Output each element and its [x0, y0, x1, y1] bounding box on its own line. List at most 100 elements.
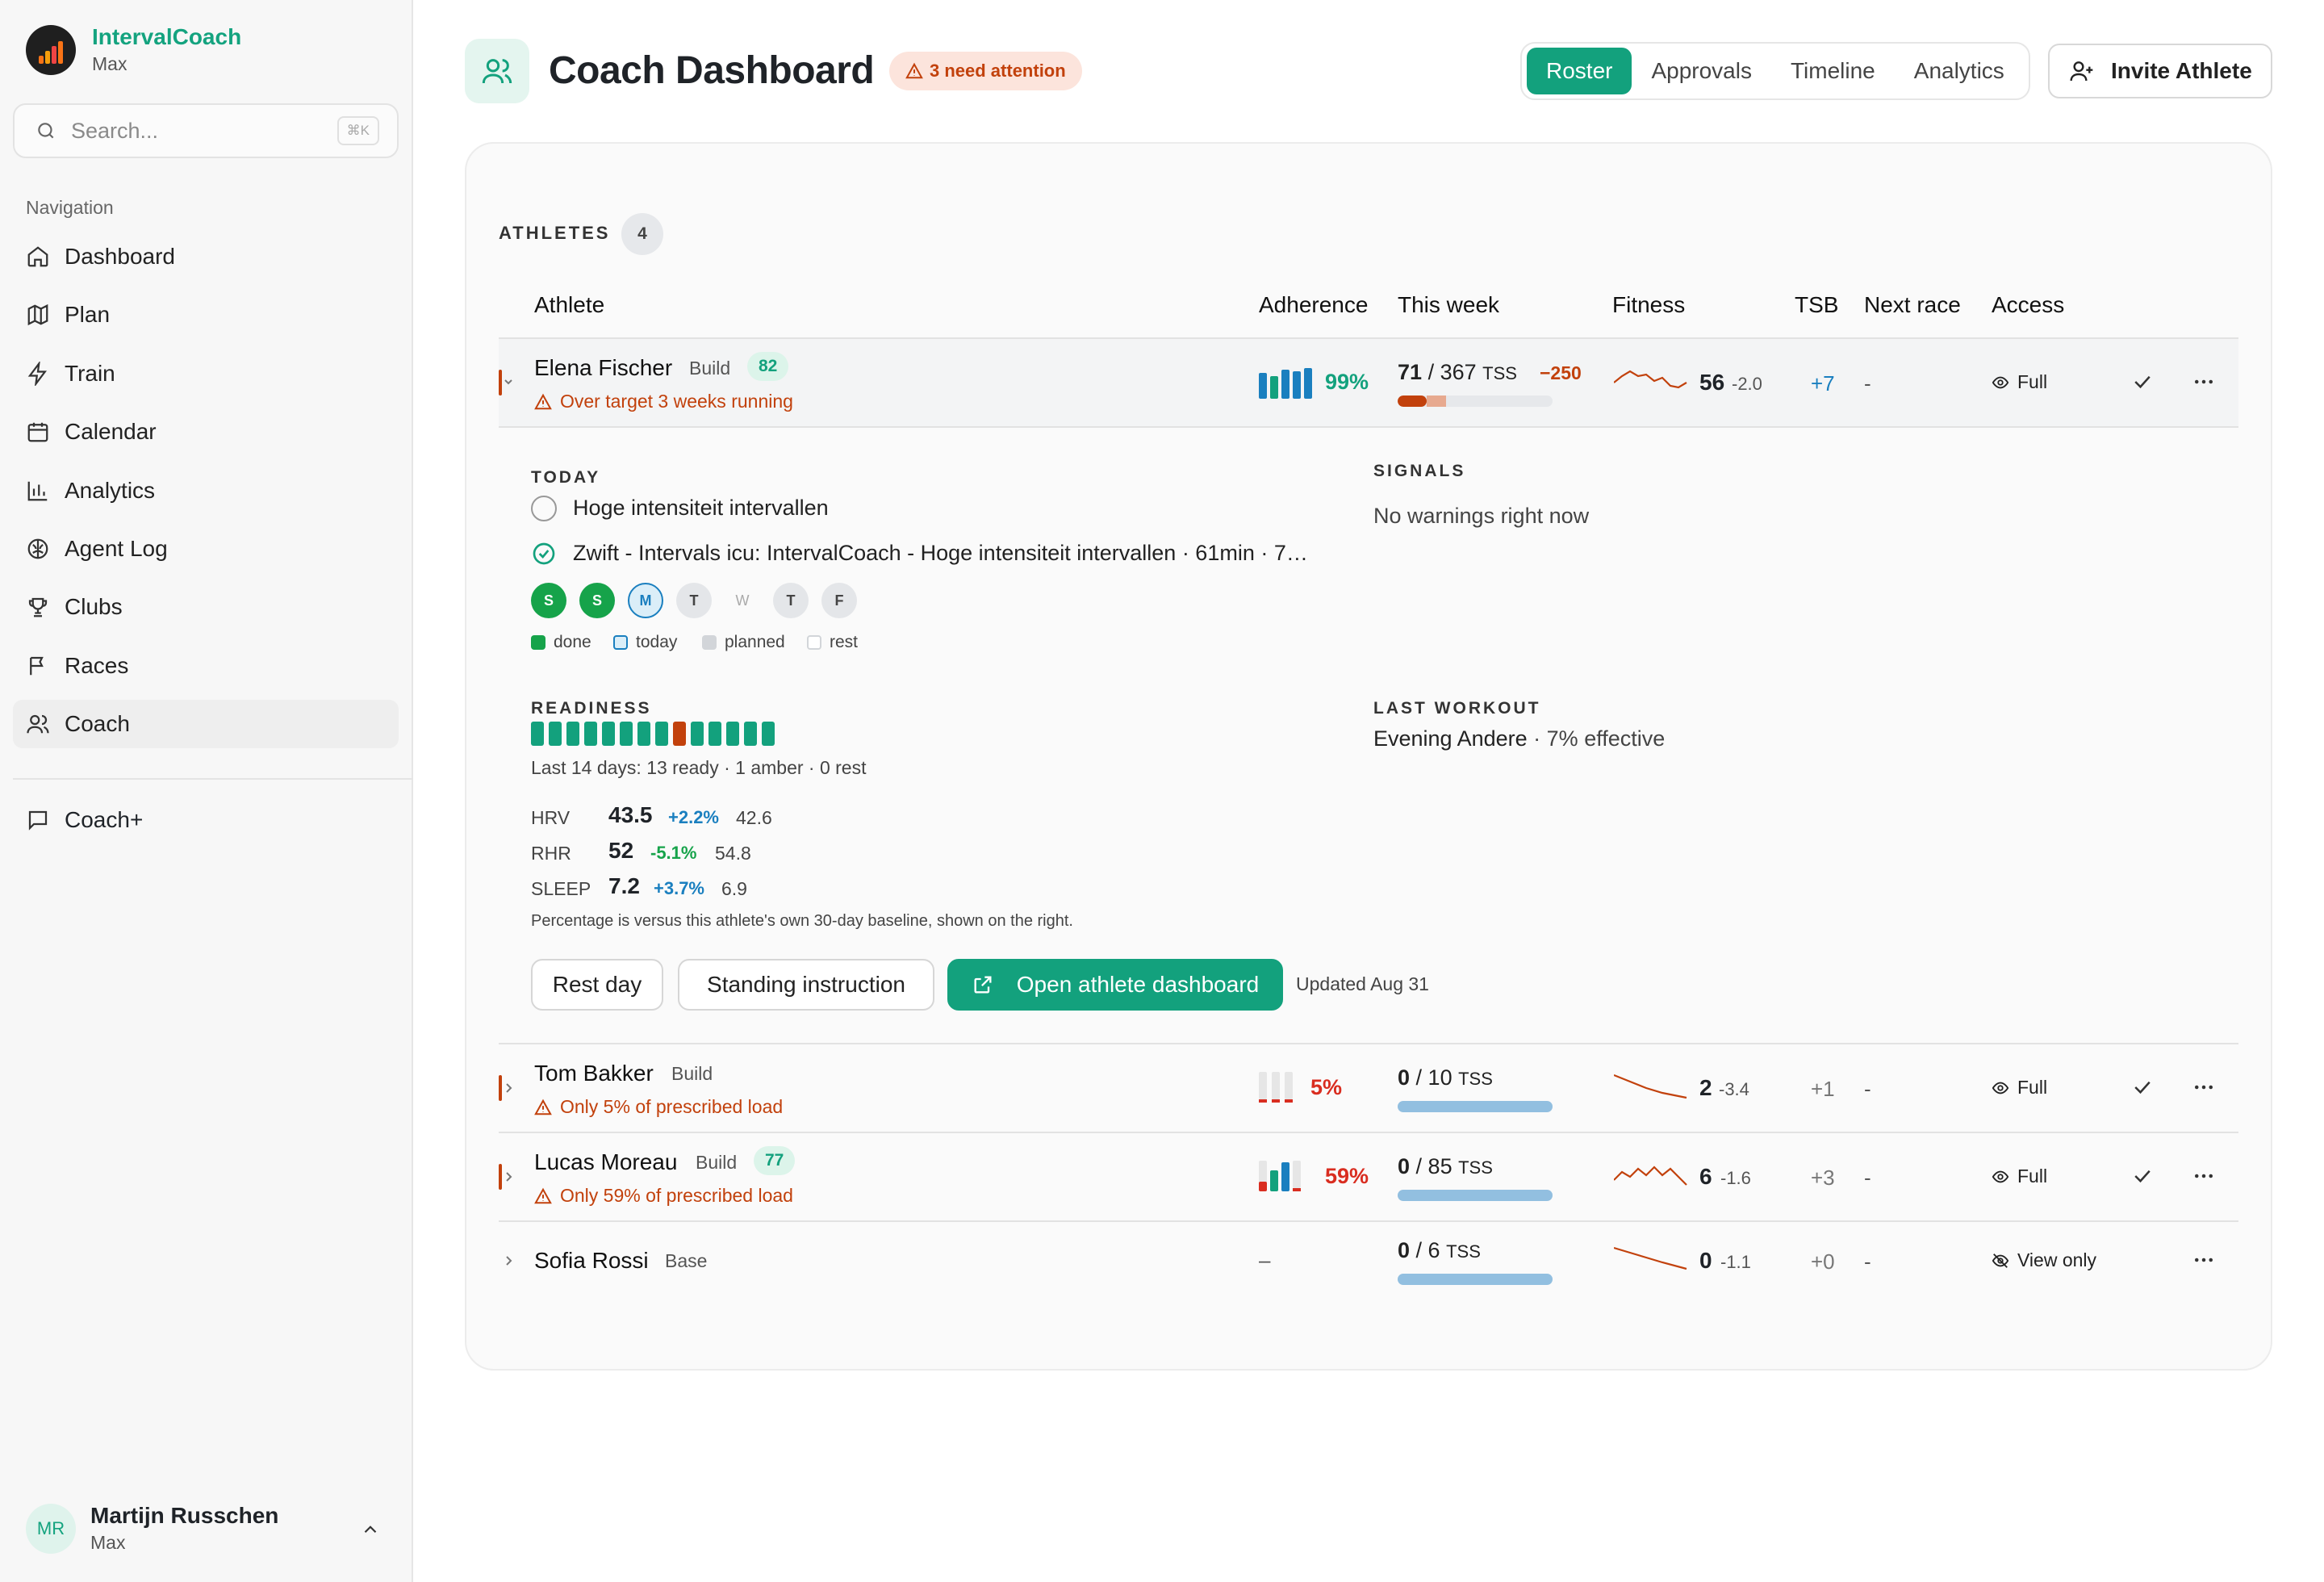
fitness-value: 2: [1699, 1075, 1712, 1100]
col-fitness[interactable]: Fitness: [1612, 292, 1685, 318]
fitness-delta: -3.4: [1719, 1079, 1749, 1099]
sidebar-item-clubs[interactable]: Clubs: [13, 583, 399, 631]
col-athlete[interactable]: Athlete: [534, 292, 604, 318]
week-progress-bar: [1398, 1274, 1553, 1285]
tab-analytics[interactable]: Analytics: [1895, 48, 2024, 94]
col-tsb[interactable]: TSB: [1795, 292, 1838, 318]
metric-label-rhr: RHR: [531, 843, 571, 864]
brain-icon: [27, 538, 48, 559]
chevron-right-icon[interactable]: [499, 1167, 518, 1186]
invite-label: Invite Athlete: [2111, 58, 2252, 83]
zap-icon: [27, 361, 47, 386]
attention-badge[interactable]: 3 need attention: [889, 52, 1082, 90]
rest-day-button[interactable]: Rest day: [531, 959, 663, 1011]
user-menu[interactable]: MR Martijn Russchen Max: [26, 1503, 389, 1554]
athletes-label: ATHLETES: [499, 223, 611, 243]
tss-unit: TSS: [1482, 363, 1517, 383]
tsb-value: +3: [1811, 1166, 1835, 1190]
sidebar-item-agent-log[interactable]: Agent Log: [13, 525, 399, 573]
tss-unit: TSS: [1458, 1069, 1493, 1089]
col-next-race[interactable]: Next race: [1864, 292, 1961, 318]
last-workout[interactable]: Evening Andere · 7% effective: [1373, 726, 1665, 751]
sidebar-item-label: Train: [65, 360, 115, 386]
warning-icon: [534, 1187, 552, 1203]
message-icon: [28, 810, 48, 831]
chevron-right-icon[interactable]: [499, 1251, 518, 1270]
athlete-phase: Build: [689, 358, 731, 379]
week-day-tue[interactable]: T: [676, 583, 712, 618]
completed-workout[interactable]: Zwift - Intervals icu: IntervalCoach - H…: [573, 541, 1308, 566]
open-dashboard-label: Open athlete dashboard: [1016, 972, 1260, 997]
tab-roster[interactable]: Roster: [1527, 48, 1632, 94]
sidebar-item-coach-plus[interactable]: Coach+: [26, 807, 143, 833]
access-level[interactable]: Full: [1992, 371, 2047, 393]
week-day-fri[interactable]: F: [821, 583, 857, 618]
adherence-bars: [1259, 1161, 1301, 1191]
athlete-name[interactable]: Lucas Moreau: [534, 1149, 677, 1175]
fitness-delta: -1.6: [1720, 1168, 1751, 1188]
metric-value-hrv: 43.5: [608, 802, 653, 827]
week-day-thu[interactable]: T: [773, 583, 809, 618]
fitness-value: 6: [1699, 1164, 1712, 1189]
chevron-right-icon[interactable]: [499, 1078, 518, 1098]
row-divider: [499, 1043, 2238, 1044]
tab-approvals[interactable]: Approvals: [1632, 48, 1771, 94]
today-label: TODAY: [531, 468, 601, 487]
readiness-summary: Last 14 days: 13 ready · 1 amber · 0 res…: [531, 757, 867, 778]
row-warning-text: Over target 3 weeks running: [560, 391, 793, 412]
week-day-sun[interactable]: S: [579, 583, 615, 618]
signals-text: No warnings right now: [1373, 504, 1590, 528]
search-icon: [38, 123, 54, 139]
search-input[interactable]: Search... ⌘K: [13, 103, 399, 158]
week-day-sat[interactable]: S: [531, 583, 566, 618]
athlete-name[interactable]: Tom Bakker: [534, 1061, 654, 1086]
check-icon[interactable]: [2130, 370, 2155, 394]
adherence-percent: –: [1259, 1248, 1271, 1272]
col-this-week[interactable]: This week: [1398, 292, 1499, 318]
week-day-wed[interactable]: W: [725, 583, 760, 618]
invite-athlete-button[interactable]: Invite Athlete: [2048, 44, 2272, 98]
athlete-name[interactable]: Elena Fischer: [534, 355, 672, 381]
sidebar-item-calendar[interactable]: Calendar: [13, 408, 399, 456]
chevron-down-icon[interactable]: [499, 373, 518, 392]
readiness-day-ready: [602, 722, 615, 746]
sidebar-item-dashboard[interactable]: Dashboard: [13, 232, 399, 281]
more-icon[interactable]: [2192, 1075, 2216, 1099]
check-icon[interactable]: [2130, 1075, 2155, 1099]
last-workout-detail: · 7% effective: [1533, 726, 1666, 751]
sidebar-item-train[interactable]: Train: [13, 349, 399, 398]
access-level[interactable]: Full: [1992, 1166, 2047, 1187]
more-icon[interactable]: [2192, 370, 2216, 394]
user-plan: Max: [90, 1532, 126, 1553]
standing-instruction-button[interactable]: Standing instruction: [678, 959, 934, 1011]
next-race: -: [1864, 371, 1871, 396]
sidebar-item-label: Agent Log: [65, 535, 168, 561]
sidebar-item-races[interactable]: Races: [13, 642, 399, 690]
check-icon[interactable]: [2130, 1164, 2155, 1188]
access-level[interactable]: View only: [1992, 1249, 2096, 1271]
sidebar-item-plan[interactable]: Plan: [13, 291, 399, 339]
map-icon: [27, 304, 48, 326]
home-icon: [27, 246, 48, 267]
col-adherence[interactable]: Adherence: [1259, 292, 1368, 318]
search-shortcut: ⌘K: [336, 116, 379, 145]
access-level[interactable]: Full: [1992, 1077, 2047, 1099]
more-icon[interactable]: [2192, 1248, 2216, 1272]
sidebar-item-analytics[interactable]: Analytics: [13, 467, 399, 515]
fitness-sparkline: [1614, 370, 1687, 389]
sidebar-item-coach[interactable]: Coach: [13, 700, 399, 749]
more-icon[interactable]: [2192, 1164, 2216, 1188]
today-workout[interactable]: Hoge intensiteit intervallen: [573, 496, 829, 521]
readiness-day-ready: [620, 722, 633, 746]
col-access[interactable]: Access: [1992, 292, 2064, 318]
athlete-count-badge: 4: [621, 213, 663, 255]
todo-circle-icon[interactable]: [531, 496, 557, 521]
open-athlete-dashboard-button[interactable]: Open athlete dashboard: [947, 959, 1283, 1011]
athlete-phase: Build: [696, 1152, 738, 1173]
view-tabs: Roster Approvals Timeline Analytics: [1520, 42, 2030, 100]
athlete-name[interactable]: Sofia Rossi: [534, 1248, 649, 1274]
brand[interactable]: IntervalCoach Max: [26, 24, 241, 75]
next-race: -: [1864, 1166, 1871, 1190]
tab-timeline[interactable]: Timeline: [1771, 48, 1895, 94]
week-day-mon[interactable]: M: [628, 583, 663, 618]
